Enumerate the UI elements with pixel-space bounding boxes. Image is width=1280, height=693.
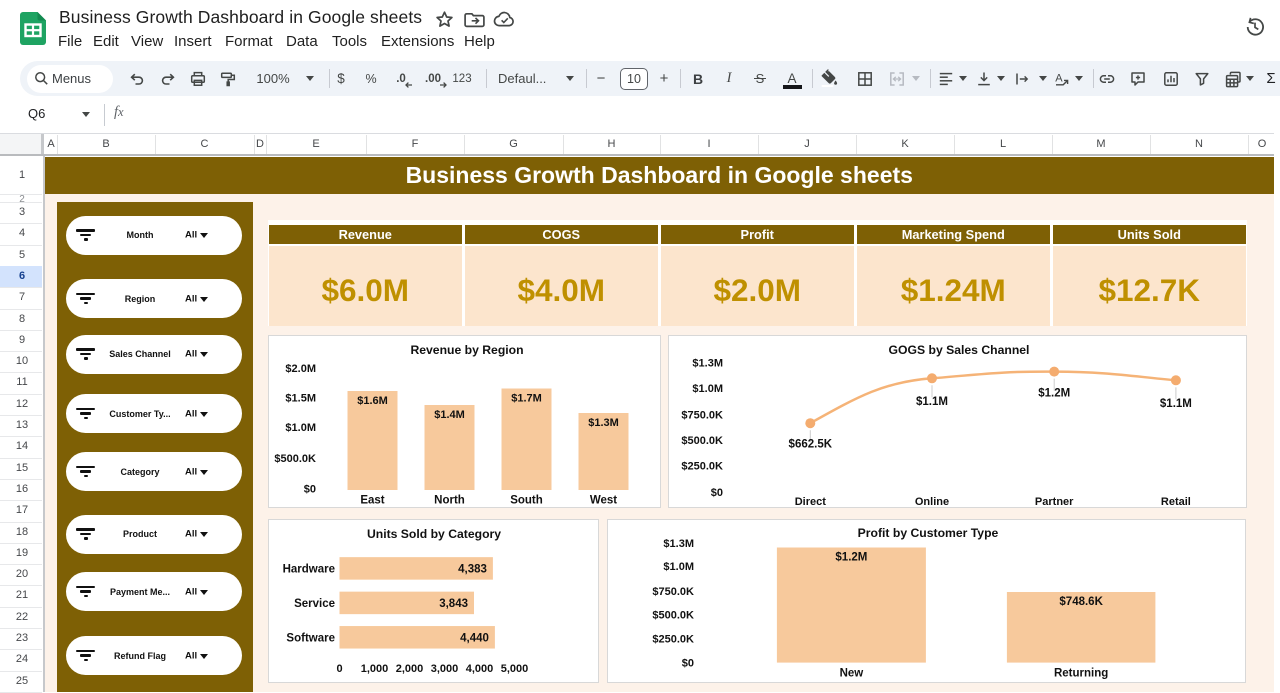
svg-text:New: New [840,668,864,680]
svg-text:Returning: Returning [1054,668,1108,680]
svg-text:$1.1M: $1.1M [1160,398,1192,410]
svg-text:$748.6K: $748.6K [1059,596,1103,608]
svg-text:$250.0K: $250.0K [652,633,694,645]
svg-text:2,000: 2,000 [396,663,424,675]
svg-text:South: South [510,495,543,507]
svg-text:Service: Service [294,598,335,610]
svg-text:A: A [1055,72,1063,84]
svg-text:$750.0K: $750.0K [652,586,694,598]
svg-text:4,440: 4,440 [460,632,489,644]
svg-text:$1.2M: $1.2M [835,552,867,564]
svg-text:Retail: Retail [1161,496,1191,507]
svg-text:$0: $0 [304,483,316,495]
svg-text:Profit by Customer Type: Profit by Customer Type [858,526,999,540]
svg-text:$500.0K: $500.0K [652,610,694,622]
svg-text:West: West [590,495,617,507]
svg-text:Direct: Direct [795,496,827,507]
svg-text:$1.2M: $1.2M [1038,387,1070,399]
svg-text:$750.0K: $750.0K [681,409,723,421]
svg-text:Units Sold by Category: Units Sold by Category [367,527,501,541]
svg-text:$500.0K: $500.0K [681,435,723,447]
svg-text:GOGS by Sales Channel: GOGS by Sales Channel [889,343,1030,357]
svg-text:0: 0 [336,663,342,675]
svg-text:$1.5M: $1.5M [285,392,316,404]
svg-text:Partner: Partner [1035,496,1074,507]
svg-text:East: East [360,495,384,507]
svg-text:Software: Software [286,632,335,644]
svg-text:3,843: 3,843 [439,598,468,610]
svg-text:$1.0M: $1.0M [692,383,723,395]
svg-text:$0: $0 [711,487,723,499]
svg-text:$1.0M: $1.0M [285,422,316,434]
svg-text:$1.3M: $1.3M [692,357,723,369]
svg-text:4,383: 4,383 [458,563,487,575]
svg-text:$2.0M: $2.0M [285,363,316,375]
svg-text:$500.0K: $500.0K [274,453,316,465]
svg-text:5,000: 5,000 [501,663,529,675]
svg-text:North: North [434,495,465,507]
svg-text:$1.3M: $1.3M [588,417,619,429]
svg-text:3,000: 3,000 [431,663,459,675]
svg-text:$1.6M: $1.6M [357,395,388,407]
svg-text:$1.3M: $1.3M [663,538,694,550]
svg-text:$1.7M: $1.7M [511,393,542,405]
svg-text:$1.4M: $1.4M [434,409,465,421]
svg-text:$662.5K: $662.5K [789,439,833,451]
svg-text:$1.1M: $1.1M [916,396,948,408]
svg-text:Online: Online [915,496,949,507]
svg-text:$0: $0 [682,658,694,670]
svg-text:$250.0K: $250.0K [681,461,723,473]
svg-text:$1.0M: $1.0M [663,561,694,573]
svg-text:Revenue by Region: Revenue by Region [410,343,523,357]
svg-text:4,000: 4,000 [466,663,494,675]
svg-text:1,000: 1,000 [361,663,389,675]
svg-text:Hardware: Hardware [283,563,335,575]
